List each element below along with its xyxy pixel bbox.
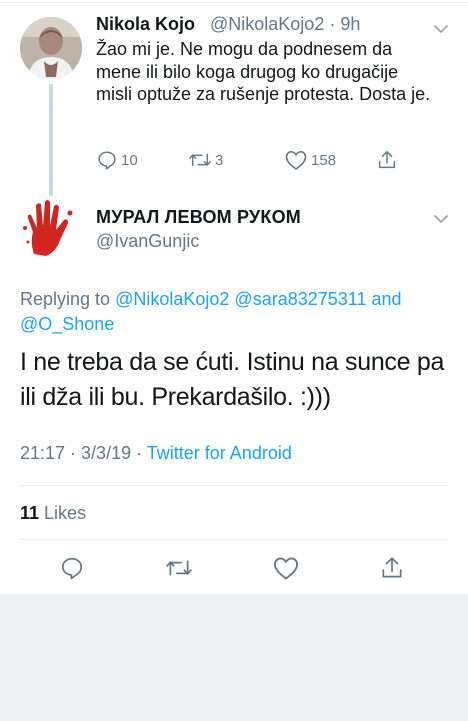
main-tweet-actions <box>0 551 468 585</box>
retweet-icon <box>166 560 192 576</box>
parent-author-name[interactable]: Nikola Kojo <box>96 14 195 35</box>
parent-reply-button[interactable]: 10 <box>96 146 138 174</box>
reply-mention-link[interactable]: @sara83275311 <box>234 289 366 309</box>
chevron-down-icon[interactable] <box>433 213 449 225</box>
likes-label: Likes <box>44 503 87 523</box>
tweet-timestamp: 21:17 · 3/3/19 · <box>20 443 143 463</box>
main-tweet-text: I ne treba da se ćuti. Istinu na sunce p… <box>20 348 445 411</box>
reply-count: 10 <box>121 151 138 169</box>
like-icon <box>285 151 307 170</box>
like-icon <box>273 557 299 580</box>
tweet-meta: 21:17 · 3/3/19 · Twitter for Android <box>20 443 292 464</box>
likes-count: 11 <box>20 503 40 523</box>
parent-retweet-button[interactable]: 3 <box>188 146 223 174</box>
thread-connector-line <box>49 84 53 196</box>
retweet-icon <box>189 153 211 167</box>
divider <box>20 539 448 540</box>
tweet-detail-card: Nikola Kojo @NikolaKojo2 · 9h Žao mi je.… <box>0 0 468 594</box>
parent-author-avatar[interactable] <box>20 17 82 79</box>
reply-mention-link[interactable]: @NikolaKojo2 <box>115 289 229 309</box>
likes-summary[interactable]: 11 Likes <box>20 503 86 524</box>
parent-tweet-actions: 10 3 158 <box>96 146 426 174</box>
main-like-button[interactable] <box>269 551 303 585</box>
parent-handle-time[interactable]: @NikolaKojo2 · 9h <box>210 14 360 35</box>
top-divider <box>0 0 468 8</box>
reply-mention-link[interactable]: @O_Shone <box>20 314 114 334</box>
main-author-avatar[interactable] <box>20 198 82 260</box>
parent-tweet-text: Žao mi je. Ne mogu da podnesem da mene i… <box>96 39 431 104</box>
divider <box>20 485 448 486</box>
share-icon <box>382 557 402 578</box>
main-author-handle[interactable]: @IvanGunjic <box>96 231 199 252</box>
reply-icon <box>61 557 83 580</box>
replying-prefix: Replying to <box>20 289 111 309</box>
main-share-button[interactable] <box>375 551 409 585</box>
parent-share-button[interactable] <box>376 146 398 174</box>
chevron-down-icon[interactable] <box>433 23 449 35</box>
main-retweet-button[interactable] <box>162 551 196 585</box>
replying-joiner[interactable]: and <box>371 289 401 309</box>
retweet-count: 3 <box>215 151 224 169</box>
replying-to-line: Replying to @NikolaKojo2 @sara83275311 a… <box>20 287 440 337</box>
tweet-source-link[interactable]: Twitter for Android <box>147 443 292 463</box>
main-author-name[interactable]: МУРАЛ ЛЕВОМ РУКОМ <box>96 207 301 228</box>
like-count: 158 <box>311 151 337 169</box>
parent-like-button[interactable]: 158 <box>284 146 336 174</box>
share-icon <box>378 151 396 169</box>
reply-icon <box>98 151 116 170</box>
main-reply-button[interactable] <box>55 551 89 585</box>
